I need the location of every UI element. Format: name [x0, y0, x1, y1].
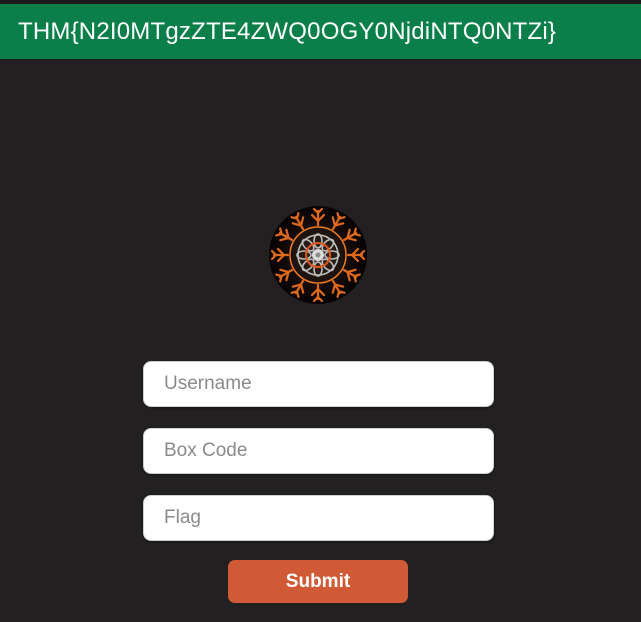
box-code-input[interactable] — [143, 428, 494, 474]
login-form — [143, 361, 494, 562]
page: THM{N2I0MTgzZTE4ZWQ0OGY0NjdiNTQ0NTZi} Us… — [0, 0, 641, 622]
flag-input[interactable] — [143, 495, 494, 541]
submit-button[interactable]: Submit — [228, 560, 408, 603]
mandala-logo-icon — [269, 206, 367, 304]
username-input[interactable] — [143, 361, 494, 407]
flag-banner: THM{N2I0MTgzZTE4ZWQ0OGY0NjdiNTQ0NTZi} — [0, 4, 641, 59]
